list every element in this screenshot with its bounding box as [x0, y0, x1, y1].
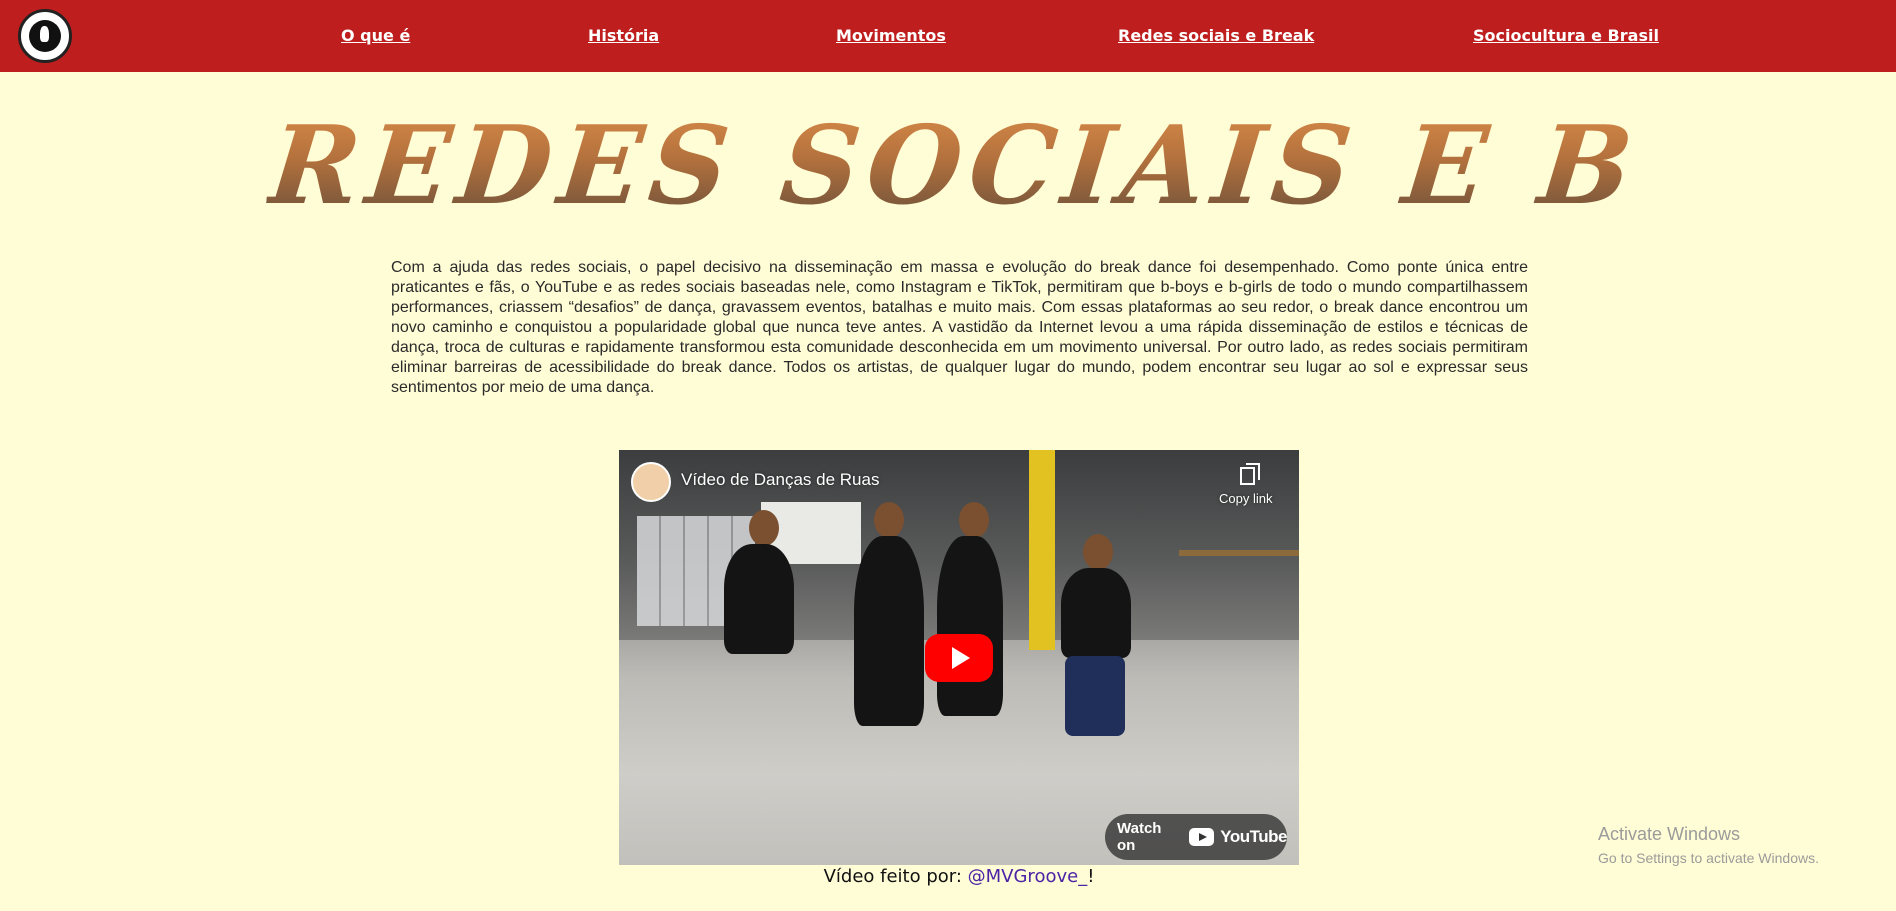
dancer-1-head [749, 510, 779, 546]
page-title: Redes sociais e Break [263, 96, 1896, 236]
nav-link-redes-sociais-e-break[interactable]: Redes sociais e Break [1118, 26, 1314, 45]
activation-subtitle: Go to Settings to activate Windows. [1598, 850, 1819, 866]
credit-handle-link[interactable]: @MVGroove_ [968, 866, 1088, 887]
dancer-4-jeans [1065, 656, 1125, 736]
watch-on-label: Watch on [1117, 820, 1162, 854]
video-thumbnail-pillar [1029, 450, 1055, 650]
dancer-2-head [874, 502, 904, 538]
video-credit-prefix: Vídeo feito por: [823, 866, 968, 887]
dancer-2 [854, 536, 924, 726]
youtube-video-embed[interactable]: Vídeo de Danças de Ruas Copy link Watch … [619, 450, 1299, 865]
video-credit: Vídeo feito por: @MVGroove_! [0, 866, 1896, 887]
intro-paragraph: Com a ajuda das redes sociais, o papel d… [391, 259, 1528, 396]
dancer-3-head [959, 502, 989, 538]
video-title[interactable]: Vídeo de Danças de Ruas [681, 470, 879, 490]
top-navbar: O que é História Movimentos Redes sociai… [0, 0, 1896, 72]
play-button[interactable] [925, 634, 993, 682]
youtube-logo-icon [1188, 828, 1215, 846]
windows-activation-watermark: Activate Windows Go to Settings to activ… [1598, 824, 1819, 866]
nav-link-historia[interactable]: História [588, 26, 659, 45]
copy-icon[interactable] [1239, 462, 1261, 486]
nav-link-o-que-e[interactable]: O que é [341, 26, 410, 45]
dancer-4 [1061, 568, 1131, 658]
activation-title: Activate Windows [1598, 824, 1741, 844]
dancer-silhouette-icon [29, 20, 61, 52]
channel-avatar[interactable] [631, 462, 671, 502]
youtube-wordmark: YouTube [1220, 827, 1287, 846]
video-thumbnail-barre [1179, 550, 1299, 556]
watch-on-youtube-button[interactable]: Watch on YouTube [1105, 814, 1287, 860]
dancer-3 [937, 536, 1003, 716]
site-logo[interactable] [18, 9, 72, 63]
video-credit-suffix: ! [1087, 866, 1095, 887]
copy-link-label[interactable]: Copy link [1219, 491, 1272, 506]
dancer-4-head [1083, 534, 1113, 570]
nav-link-sociocultura-e-brasil[interactable]: Sociocultura e Brasil [1473, 26, 1659, 45]
nav-link-movimentos[interactable]: Movimentos [836, 26, 946, 45]
dancer-1 [724, 544, 794, 654]
